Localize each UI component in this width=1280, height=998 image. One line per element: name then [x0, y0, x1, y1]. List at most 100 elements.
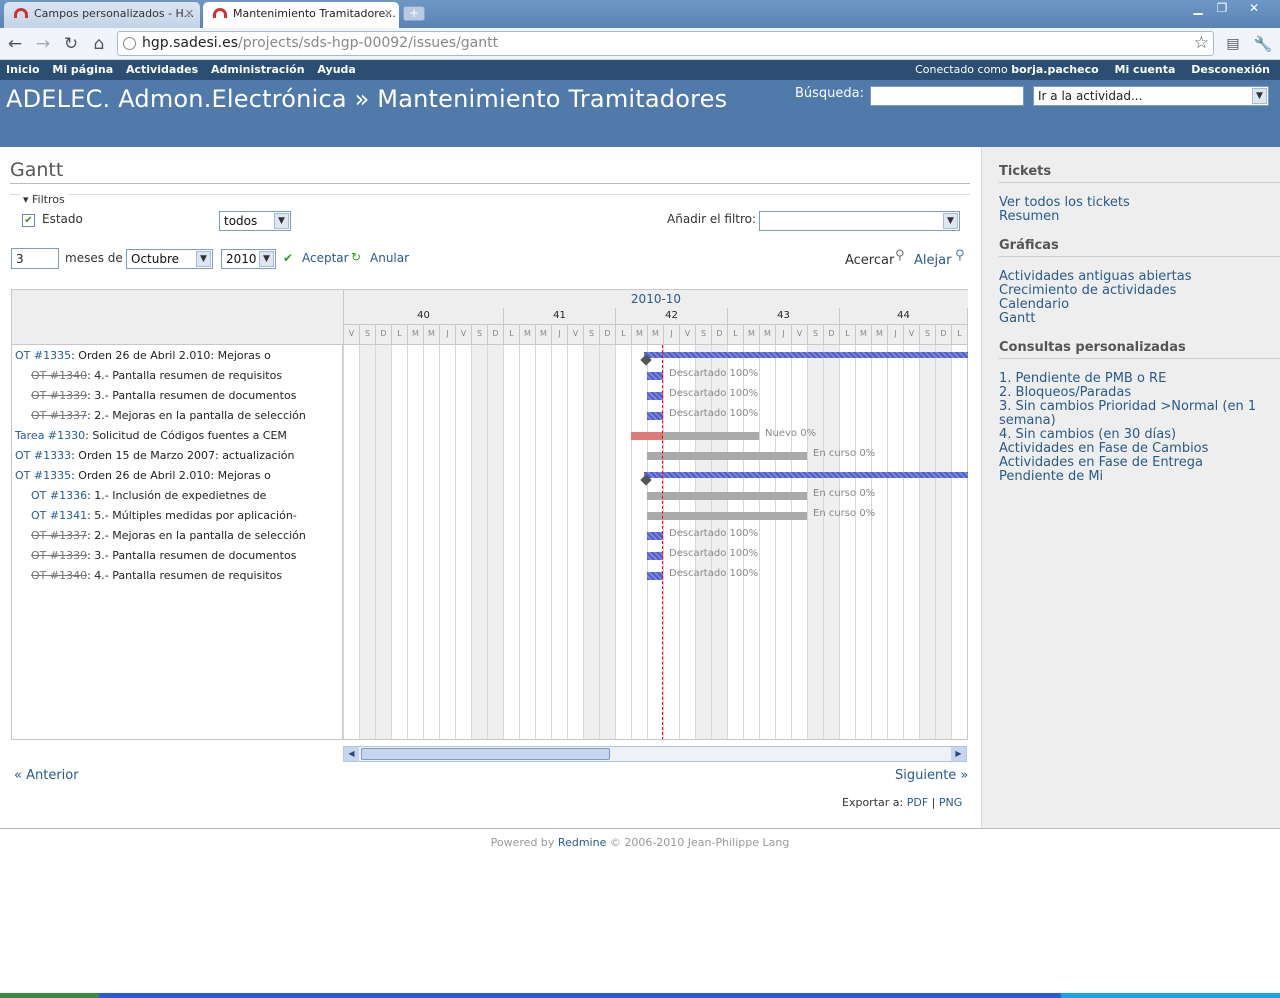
- gantt-parent-bar: [644, 472, 968, 478]
- gantt-task-bar: [647, 572, 663, 580]
- issue-subject: : 3.- Pantalla resumen de documentos: [87, 549, 297, 562]
- my-account-link[interactable]: Mi cuenta: [1115, 63, 1176, 76]
- gantt-month-header[interactable]: 2010-10: [343, 290, 968, 309]
- previous-link[interactable]: « Anterior: [14, 768, 79, 783]
- reload-icon: ↻: [351, 250, 362, 264]
- close-tab-icon[interactable]: ✕: [185, 7, 194, 20]
- home-icon[interactable]: ⌂: [88, 33, 110, 55]
- issue-link[interactable]: OT #1335: [15, 469, 71, 482]
- bookmark-star-icon[interactable]: ☆: [1194, 33, 1209, 53]
- sidebar-graphs-link[interactable]: Actividades antiguas abiertas: [999, 270, 1280, 284]
- sidebar-graphs-link[interactable]: Crecimiento de actividades: [999, 284, 1280, 298]
- gantt-day-column: [711, 345, 727, 739]
- minimize-icon[interactable]: ▁: [1186, 1, 1210, 17]
- gantt-day-column: [583, 345, 599, 739]
- top-menu-home[interactable]: Inicio: [6, 63, 40, 76]
- issue-link[interactable]: OT #1340: [31, 569, 87, 582]
- issue-link[interactable]: OT #1339: [31, 389, 87, 402]
- issue-link[interactable]: OT #1339: [31, 549, 87, 562]
- months-input[interactable]: 3: [11, 248, 59, 269]
- redmine-link[interactable]: Redmine: [558, 836, 606, 849]
- scroll-left-icon[interactable]: ◀: [344, 747, 359, 761]
- browser-tab-active[interactable]: Mantenimiento Tramitadore... ✕: [203, 2, 399, 28]
- gantt-day-column: [791, 345, 807, 739]
- project-jump-select[interactable]: Ir a la actividad... ▼: [1033, 86, 1269, 106]
- restore-icon[interactable]: ❐: [1210, 1, 1234, 17]
- gantt-day-header: D: [935, 325, 951, 345]
- issue-link[interactable]: OT #1335: [15, 349, 71, 362]
- browser-tabbar: Campos personalizados - H... ✕ Mantenimi…: [0, 0, 1280, 28]
- export-pdf-link[interactable]: PDF: [907, 796, 928, 809]
- sidebar-query-link[interactable]: Actividades en Fase de Cambios: [999, 442, 1280, 456]
- address-bar[interactable]: hgp.sadesi.es/projects/sds-hgp-00092/iss…: [117, 31, 1214, 56]
- reload-icon[interactable]: ↻: [60, 33, 82, 55]
- gantt-task-bar: [647, 532, 663, 540]
- issue-link[interactable]: OT #1336: [31, 489, 87, 502]
- sidebar-query-link[interactable]: 2. Bloqueos/Paradas: [999, 386, 1280, 400]
- bar-status: Descartado: [669, 408, 727, 419]
- sidebar-query-link[interactable]: 3. Sin cambios Prioridad >Normal (en 1 s…: [999, 400, 1280, 428]
- status-filter-select[interactable]: todos ▼: [219, 211, 291, 231]
- issue-link[interactable]: OT #1341: [31, 509, 87, 522]
- issue-link[interactable]: OT #1333: [15, 449, 71, 462]
- top-menu-activity[interactable]: Actividades: [126, 63, 198, 76]
- gantt-bar-label: Descartado 100%: [669, 568, 758, 579]
- issue-subject: : 5.- Múltiples medidas por aplicación-: [87, 509, 297, 522]
- browser-tab[interactable]: Campos personalizados - H... ✕: [4, 2, 200, 28]
- export-png-link[interactable]: PNG: [939, 796, 962, 809]
- forward-icon[interactable]: →: [32, 33, 54, 55]
- top-menu-help[interactable]: Ayuda: [317, 63, 355, 76]
- back-icon[interactable]: ←: [4, 33, 26, 55]
- year-select[interactable]: 2010 ▼: [221, 249, 276, 269]
- issue-link[interactable]: OT #1337: [31, 409, 87, 422]
- gantt-day-header: L: [727, 325, 743, 345]
- clear-button[interactable]: Anular: [370, 251, 409, 265]
- months-of-label: meses de: [65, 251, 123, 265]
- zoom-out-icon[interactable]: ⚲: [955, 248, 965, 263]
- scroll-right-icon[interactable]: ▶: [951, 747, 966, 761]
- gantt-day-header: S: [359, 325, 375, 345]
- issue-link[interactable]: Tarea #1330: [15, 429, 85, 442]
- gantt-day-column: [759, 345, 775, 739]
- next-link[interactable]: Siguiente »: [895, 768, 968, 783]
- powered-by-label: Powered by: [490, 836, 555, 849]
- zoom-in-link[interactable]: Acercar: [845, 253, 894, 268]
- top-menu-my-page[interactable]: Mi página: [52, 63, 113, 76]
- month-select[interactable]: Octubre ▼: [126, 249, 213, 269]
- sidebar-query-link[interactable]: Pendiente de Mi: [999, 470, 1280, 484]
- gantt-day-header: D: [599, 325, 615, 345]
- scrollbar-thumb[interactable]: [361, 748, 610, 760]
- gantt-day-header: S: [583, 325, 599, 345]
- search-input[interactable]: [870, 86, 1024, 106]
- globe-icon: [123, 37, 136, 50]
- sidebar-tickets-link[interactable]: Ver todos los tickets: [999, 196, 1280, 210]
- close-tab-icon[interactable]: ✕: [384, 7, 393, 20]
- top-menu-admin[interactable]: Administración: [211, 63, 305, 76]
- gantt-bar-label: Descartado 100%: [669, 368, 758, 379]
- issue-link[interactable]: OT #1340: [31, 369, 87, 382]
- gantt-horizontal-scrollbar[interactable]: ◀ ▶: [343, 746, 967, 762]
- sidebar-graphs-link[interactable]: Calendario: [999, 298, 1280, 312]
- username[interactable]: borja.pacheco: [1011, 63, 1098, 76]
- gantt-day-column: [823, 345, 839, 739]
- sidebar-query-link[interactable]: 4. Sin cambios (en 30 días): [999, 428, 1280, 442]
- issue-link[interactable]: OT #1337: [31, 529, 87, 542]
- gantt-day-column: [423, 345, 439, 739]
- sidebar-tickets-link[interactable]: Resumen: [999, 210, 1280, 224]
- close-window-icon[interactable]: ✕: [1242, 1, 1266, 17]
- status-filter-checkbox[interactable]: ✔: [22, 214, 35, 227]
- sidebar-query-link[interactable]: Actividades en Fase de Entrega: [999, 456, 1280, 470]
- page-menu-icon[interactable]: ▤: [1222, 33, 1244, 55]
- filters-legend[interactable]: ▾ Filtros: [20, 193, 68, 206]
- logout-link[interactable]: Desconexión: [1191, 63, 1270, 76]
- wrench-icon[interactable]: 🔧: [1252, 33, 1274, 55]
- zoom-out-link[interactable]: Alejar: [914, 253, 951, 268]
- new-tab-button[interactable]: +: [403, 6, 425, 21]
- sidebar-queries: Consultas personalizadas 1. Pendiente de…: [999, 340, 1280, 484]
- zoom-in-icon[interactable]: ⚲: [895, 248, 905, 263]
- sidebar-graphs-link[interactable]: Gantt: [999, 312, 1280, 326]
- gantt-day-column: [391, 345, 407, 739]
- sidebar-query-link[interactable]: 1. Pendiente de PMB o RE: [999, 372, 1280, 386]
- apply-button[interactable]: Aceptar: [302, 251, 349, 265]
- add-filter-select[interactable]: ▼: [759, 211, 960, 231]
